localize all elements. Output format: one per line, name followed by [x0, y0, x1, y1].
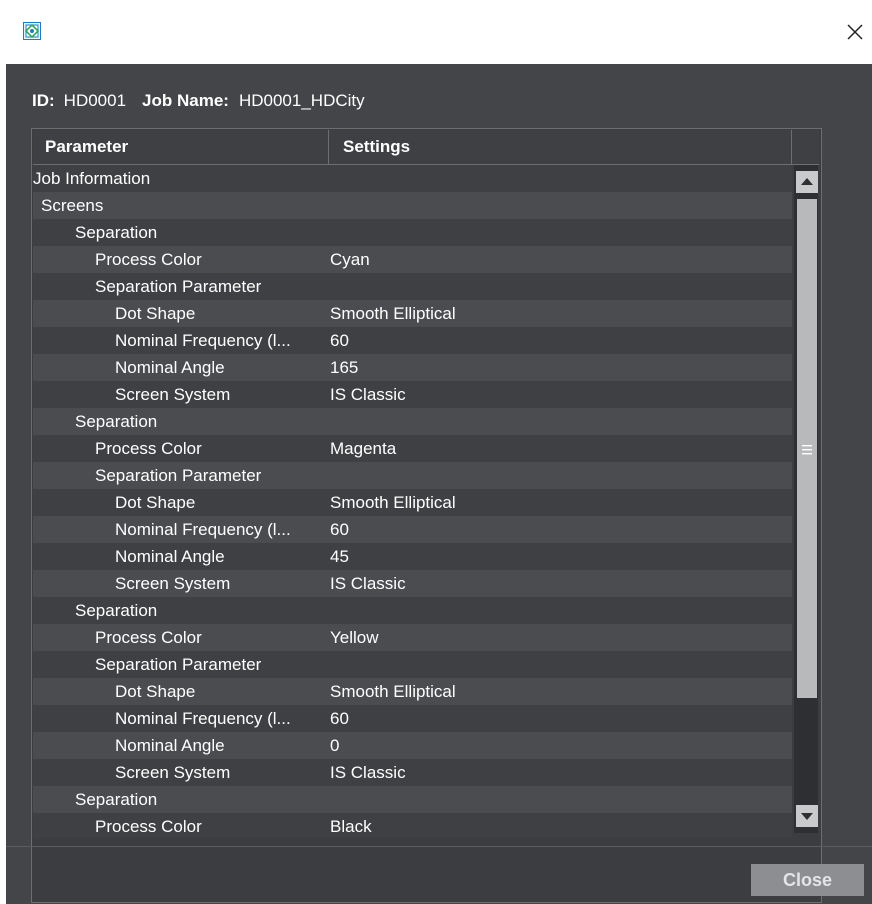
table-row[interactable]: Separation Parameter: [33, 462, 792, 489]
settings-cell: 165: [330, 358, 359, 377]
table-row[interactable]: Nominal Frequency (l... 60: [33, 705, 792, 732]
settings-cell: 60: [330, 709, 349, 728]
table-row[interactable]: Screens: [33, 192, 792, 219]
table-row[interactable]: Nominal Angle 45: [33, 543, 792, 570]
parameter-cell: Nominal Angle: [115, 736, 225, 755]
table-row[interactable]: Screen System IS Classic: [33, 570, 792, 597]
grip-icon: [802, 443, 812, 455]
settings-cell: 60: [330, 331, 349, 350]
settings-cell: Black: [330, 817, 372, 836]
parameter-cell: Separation: [75, 601, 158, 620]
parameter-cell: Process Color: [95, 628, 202, 647]
table-row[interactable]: Nominal Angle 0: [33, 732, 792, 759]
table-row[interactable]: Dot Shape Smooth Elliptical: [33, 678, 792, 705]
table-row[interactable]: Screen System IS Classic: [33, 381, 792, 408]
column-divider: [791, 130, 792, 164]
table-body: Job Information Screens Separation Proce…: [33, 165, 792, 838]
settings-cell: IS Classic: [330, 574, 406, 593]
parameter-cell: Nominal Frequency (l...: [115, 331, 291, 350]
table-row[interactable]: Job Information: [33, 165, 792, 192]
table-row[interactable]: Process Color Magenta: [33, 435, 792, 462]
parameter-cell: Process Color: [95, 250, 202, 269]
parameter-cell: Process Color: [95, 439, 202, 458]
footer-divider: [6, 846, 872, 847]
job-name-value: HD0001_HDCity: [238, 91, 365, 110]
settings-cell: Yellow: [330, 628, 379, 647]
parameter-cell: Separation: [75, 412, 158, 431]
parameter-cell: Separation Parameter: [95, 466, 262, 485]
table-row[interactable]: Separation: [33, 408, 792, 435]
table-row[interactable]: Dot Shape Smooth Elliptical: [33, 489, 792, 516]
settings-cell: 60: [330, 520, 349, 539]
parameter-cell: Nominal Frequency (l...: [115, 709, 291, 728]
table-row[interactable]: Process Color Black: [33, 813, 792, 838]
settings-cell: IS Classic: [330, 385, 406, 404]
parameter-cell: Nominal Angle: [115, 358, 225, 377]
settings-cell: Smooth Elliptical: [330, 493, 456, 512]
parameter-cell: Separation Parameter: [95, 277, 262, 296]
parameter-cell: Process Color: [95, 817, 202, 836]
parameter-cell: Separation: [75, 223, 158, 242]
settings-cell: Smooth Elliptical: [330, 304, 456, 323]
parameter-cell: Job Information: [33, 169, 151, 188]
parameter-cell: Screen System: [115, 574, 231, 593]
job-name-label: Job Name:: [142, 91, 229, 110]
parameter-cell: Nominal Angle: [115, 547, 225, 566]
id-value: HD0001: [63, 91, 127, 110]
app-icon: [23, 22, 41, 40]
vertical-scrollbar[interactable]: [794, 165, 818, 833]
id-label: ID:: [32, 91, 55, 110]
parameter-cell: Screen System: [115, 385, 231, 404]
settings-cell: 0: [330, 736, 340, 755]
settings-cell: IS Classic: [330, 763, 406, 782]
table-row[interactable]: Separation: [33, 597, 792, 624]
table-row[interactable]: Separation Parameter: [33, 651, 792, 678]
column-header-parameter[interactable]: Parameter: [45, 130, 328, 164]
table-row[interactable]: Separation Parameter: [33, 273, 792, 300]
settings-cell: Cyan: [330, 250, 370, 269]
table-row[interactable]: Nominal Frequency (l... 60: [33, 327, 792, 354]
table-row[interactable]: Process Color Yellow: [33, 624, 792, 651]
dialog-body: ID: HD0001 Job Name: HD0001_HDCity Paramete…: [6, 64, 872, 904]
table-row[interactable]: Separation: [33, 219, 792, 246]
close-icon[interactable]: [843, 20, 867, 44]
column-header-settings[interactable]: Settings: [343, 130, 643, 164]
settings-cell: Magenta: [330, 439, 397, 458]
title-bar: [0, 0, 872, 64]
parameter-cell: Separation Parameter: [95, 655, 262, 674]
table-row[interactable]: Screen System IS Classic: [33, 759, 792, 786]
parameter-cell: Dot Shape: [115, 682, 196, 701]
scrollbar-thumb[interactable]: [797, 199, 817, 698]
scroll-up-arrow-icon[interactable]: [796, 171, 818, 193]
parameter-cell: Separation: [75, 790, 158, 809]
table-row[interactable]: Process Color Cyan: [33, 246, 792, 273]
parameter-cell: Dot Shape: [115, 304, 196, 323]
table-header: Parameter Settings: [33, 130, 819, 165]
table-row[interactable]: Separation: [33, 786, 792, 813]
table-row[interactable]: Dot Shape Smooth Elliptical: [33, 300, 792, 327]
job-id-line: ID: HD0001 Job Name: HD0001_HDCity: [32, 91, 365, 111]
settings-cell: 45: [330, 547, 349, 566]
parameter-table: Parameter Settings Job Information Scree…: [31, 128, 822, 903]
table-row[interactable]: Nominal Frequency (l... 60: [33, 516, 792, 543]
parameter-cell: Screens: [41, 196, 104, 215]
parameter-cell: Nominal Frequency (l...: [115, 520, 291, 539]
parameter-cell: Dot Shape: [115, 493, 196, 512]
close-button[interactable]: Close: [751, 864, 864, 896]
parameter-cell: Screen System: [115, 763, 231, 782]
column-divider[interactable]: [328, 130, 329, 164]
table-row[interactable]: Nominal Angle 165: [33, 354, 792, 381]
scroll-down-arrow-icon[interactable]: [796, 805, 818, 827]
settings-cell: Smooth Elliptical: [330, 682, 456, 701]
